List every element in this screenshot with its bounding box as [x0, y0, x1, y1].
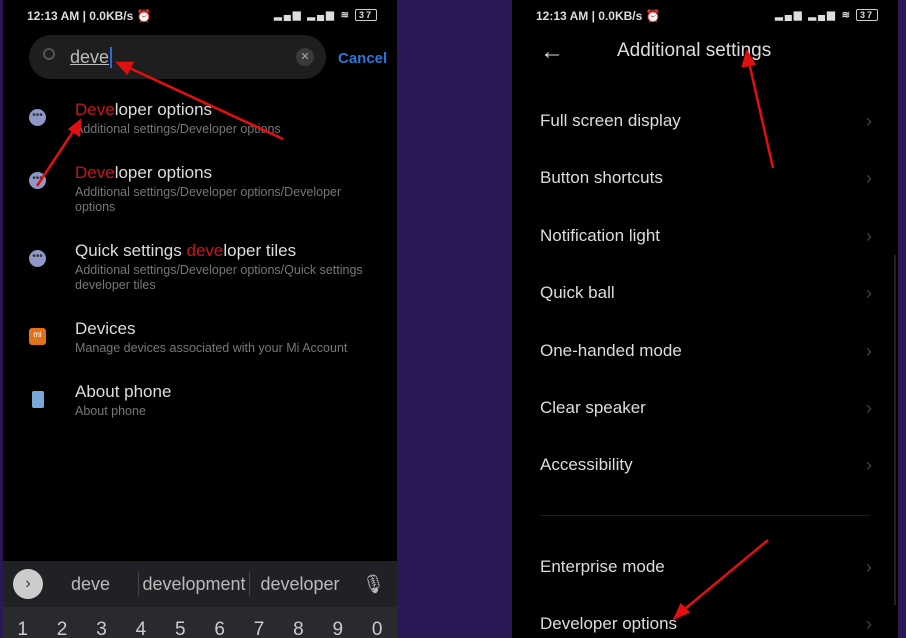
- result-title: About phone: [75, 382, 172, 401]
- match-highlight: Deve: [75, 163, 115, 182]
- more-icon: •••: [29, 109, 46, 126]
- search-input[interactable]: deve ✕: [29, 35, 326, 79]
- chevron-right-icon: ›: [866, 168, 872, 189]
- suggestion[interactable]: deve: [43, 574, 138, 595]
- result-path: About phone: [75, 404, 146, 418]
- mi-icon: mi: [29, 328, 46, 345]
- item-label: Full screen display: [540, 111, 681, 130]
- more-icon: •••: [29, 172, 46, 189]
- key[interactable]: 8: [293, 619, 304, 638]
- divider: [540, 515, 870, 516]
- mic-icon[interactable]: 🎙: [362, 574, 385, 595]
- match-highlight: deve: [186, 241, 224, 260]
- result-path: Additional settings/Developer options/De…: [75, 185, 342, 214]
- item-label: One-handed mode: [540, 340, 682, 360]
- result-path: Additional settings/Developer options: [75, 122, 281, 136]
- suggestion-bar: › deve development developer 🎙: [3, 561, 397, 607]
- settings-item[interactable]: Clear speaker ›: [540, 398, 872, 418]
- settings-item[interactable]: Button shortcuts ›: [540, 168, 872, 188]
- status-bar: 12:13 AM | 0.0KB/s ⏰ ▂▄▆ ▂▄▆ ≋ 37: [27, 9, 377, 23]
- result-path: Manage devices associated with your Mi A…: [75, 341, 348, 355]
- item-label: Clear speaker: [540, 398, 646, 417]
- signal-wifi-icons: ▂▄▆ ▂▄▆ ≋ 37: [775, 9, 878, 23]
- item-label: Quick ball: [540, 283, 615, 303]
- chevron-right-icon: ›: [866, 111, 872, 131]
- phone-icon: [32, 391, 44, 408]
- key[interactable]: 4: [136, 619, 147, 638]
- chevron-right-icon[interactable]: ›: [13, 569, 43, 599]
- status-bar: 12:13 AM | 0.0KB/s ⏰ ▂▄▆ ▂▄▆ ≋ 37: [536, 9, 878, 23]
- settings-item[interactable]: Notification light ›: [540, 226, 872, 246]
- result-title: Devices: [75, 319, 136, 338]
- suggestion[interactable]: developer: [250, 574, 350, 595]
- key[interactable]: 7: [254, 619, 265, 638]
- item-label: Button shortcuts: [540, 168, 663, 188]
- result-title: Developer options: [75, 100, 213, 119]
- item-label: Notification light: [540, 225, 661, 245]
- battery-icon: 37: [855, 9, 878, 21]
- chevron-right-icon: ›: [866, 614, 872, 635]
- additional-settings-screen: 12:13 AM | 0.0KB/s ⏰ ▂▄▆ ▂▄▆ ≋ 37 ← Addit…: [512, 0, 898, 638]
- alarm-icon: ⏰: [645, 9, 661, 23]
- item-label: Developer options: [540, 614, 678, 634]
- alarm-icon: ⏰: [136, 9, 152, 23]
- scrollbar[interactable]: [894, 255, 896, 605]
- chevron-right-icon: ›: [866, 225, 872, 246]
- item-label: Enterprise mode: [540, 557, 665, 576]
- more-icon: •••: [29, 250, 46, 267]
- search-icon: [43, 48, 55, 60]
- search-screen: 12:13 AM | 0.0KB/s ⏰ ▂▄▆ ▂▄▆ ≋ 37 deve ✕ …: [3, 0, 397, 638]
- chevron-right-icon: ›: [866, 455, 872, 476]
- result-title: Developer options: [75, 163, 213, 182]
- result-title: Quick settings developer tiles: [75, 241, 297, 260]
- settings-item[interactable]: One-handed mode ›: [540, 341, 872, 361]
- back-arrow-icon[interactable]: ←: [540, 38, 564, 66]
- item-label: Accessibility: [540, 455, 633, 475]
- battery-icon: 37: [354, 9, 377, 21]
- search-value[interactable]: deve: [70, 47, 113, 68]
- result-path: Additional settings/Developer options/Qu…: [75, 263, 363, 292]
- chevron-right-icon: ›: [866, 340, 872, 361]
- chevron-right-icon: ›: [866, 283, 872, 304]
- settings-item[interactable]: Full screen display ›: [540, 111, 872, 131]
- key[interactable]: 9: [333, 619, 344, 638]
- key[interactable]: 6: [214, 619, 225, 638]
- match-highlight: Deve: [75, 100, 115, 119]
- settings-item[interactable]: Developer options ›: [540, 614, 872, 634]
- key[interactable]: 3: [96, 619, 107, 638]
- chevron-right-icon: ›: [866, 557, 872, 577]
- key[interactable]: 2: [57, 619, 68, 638]
- chevron-right-icon: ›: [866, 398, 872, 418]
- suggestion[interactable]: development: [139, 574, 249, 595]
- signal-wifi-icons: ▂▄▆ ▂▄▆ ≋ 37: [274, 9, 377, 23]
- clear-icon[interactable]: ✕: [296, 48, 314, 66]
- page-title: Additional settings: [617, 40, 772, 61]
- settings-item[interactable]: Enterprise mode ›: [540, 557, 872, 577]
- status-time: 12:13 AM | 0.0KB/s: [27, 9, 134, 23]
- keyboard-number-row: 1 2 3 4 5 6 7 8 9 0: [3, 607, 397, 638]
- key[interactable]: 0: [372, 619, 383, 638]
- cancel-button[interactable]: Cancel: [338, 50, 387, 67]
- status-time: 12:13 AM | 0.0KB/s: [536, 9, 643, 23]
- key[interactable]: 5: [175, 619, 186, 638]
- settings-item[interactable]: Accessibility ›: [540, 455, 872, 475]
- settings-item[interactable]: Quick ball ›: [540, 283, 872, 303]
- key[interactable]: 1: [17, 619, 28, 638]
